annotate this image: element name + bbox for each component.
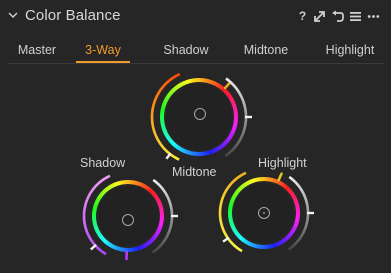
midtone-saturation-arc-segment[interactable] [175,72,181,78]
color-balance-panel: Color Balance ? Master 3-Way Shadow Midt… [0,0,391,273]
shadow-wheel-disc[interactable] [98,186,158,246]
highlight-saturation-arc-segment[interactable] [241,171,247,176]
highlight-saturation-tick[interactable] [222,236,230,243]
highlight-luminance-arc-segment[interactable] [287,245,293,251]
midtone-luminance-arc-segment[interactable] [224,152,230,158]
midtone-saturation-tick[interactable] [165,152,172,160]
midtone-wheel-disc[interactable] [166,84,232,150]
highlight-puck-dot [263,212,265,214]
shadow-luminance-arc-segment[interactable] [151,248,157,254]
wheels-canvas [82,72,314,261]
highlight-hue-marker[interactable] [277,172,283,182]
midtone-hue-marker[interactable] [223,81,232,90]
shadow-saturation-arc-segment[interactable] [105,174,111,179]
